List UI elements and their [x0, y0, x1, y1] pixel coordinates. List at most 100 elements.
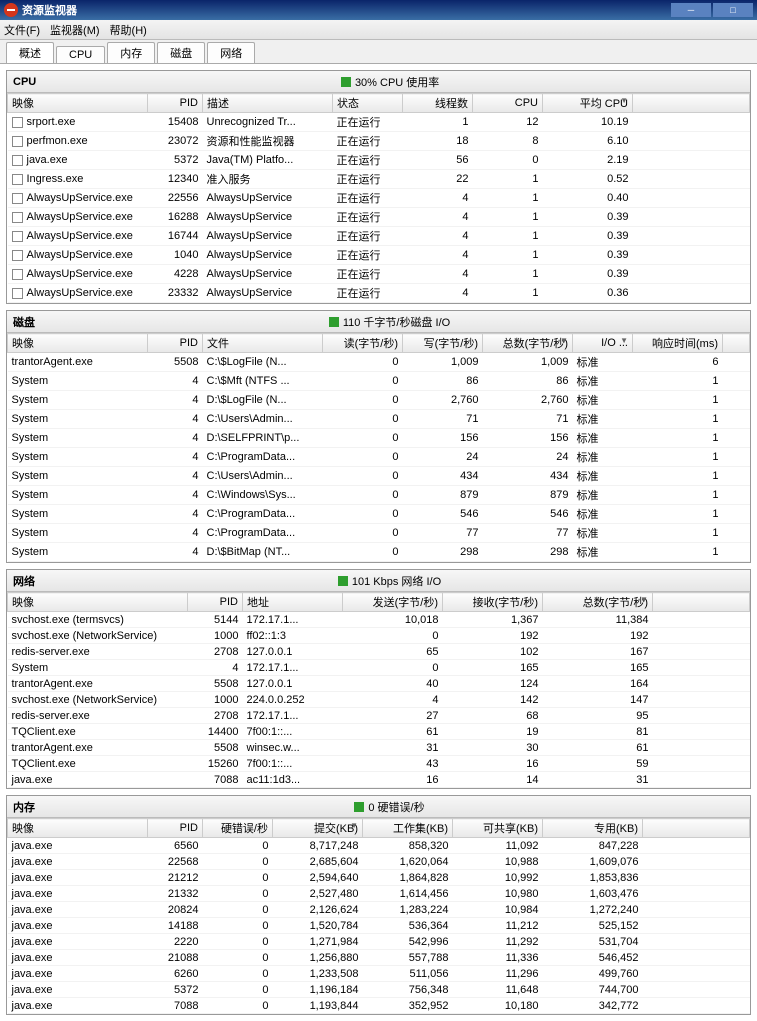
table-row[interactable]: java.exe 21212 0 2,594,640 1,864,828 10,… [8, 870, 750, 886]
checkbox[interactable] [12, 193, 23, 204]
checkbox[interactable] [12, 288, 23, 299]
table-row[interactable]: svchost.exe (NetworkService) 1000 224.0.… [8, 692, 750, 708]
checkbox[interactable] [12, 155, 23, 166]
disk-col-pid[interactable]: PID [148, 334, 203, 353]
table-row[interactable]: trantorAgent.exe 5508 C:\$LogFile (N... … [8, 353, 750, 372]
disk-col-resp[interactable]: 响应时间(ms) [633, 334, 723, 353]
cpu-col-cpu[interactable]: CPU [473, 94, 543, 113]
table-row[interactable]: srport.exe 15408 Unrecognized Tr... 正在运行… [8, 113, 750, 132]
disk-col-total[interactable]: 总数(字节/秒)▼ [483, 334, 573, 353]
table-row[interactable]: java.exe 7088 0 1,193,844 352,952 10,180… [8, 998, 750, 1014]
table-row[interactable]: java.exe 20824 0 2,126,624 1,283,224 10,… [8, 902, 750, 918]
cpu-col-image[interactable]: 映像 [8, 94, 148, 113]
table-row[interactable]: java.exe 6560 0 8,717,248 858,320 11,092… [8, 838, 750, 854]
cpu-col-status[interactable]: 状态 [333, 94, 403, 113]
cpu-col-avgcpu[interactable]: 平均 CPU▼ [543, 94, 633, 113]
mem-col-image[interactable]: 映像 [8, 819, 148, 838]
disk-section-header[interactable]: 磁盘 110 千字节/秒磁盘 I/O [7, 311, 750, 333]
disk-col-read[interactable]: 读(字节/秒) [323, 334, 403, 353]
table-row[interactable]: java.exe 5372 Java(TM) Platfo... 正在运行 56… [8, 151, 750, 170]
table-row[interactable]: java.exe 2220 0 1,271,984 542,996 11,292… [8, 934, 750, 950]
table-row[interactable]: System 4 172.17.1... 0 165 165 [8, 660, 750, 676]
table-row[interactable]: System 4 C:\$Mft (NTFS ... 0 86 86 标准 1 [8, 372, 750, 391]
table-row[interactable]: System 4 C:\ProgramData... 0 24 24 标准 1 [8, 448, 750, 467]
net-col-send[interactable]: 发送(字节/秒) [343, 593, 443, 612]
table-row[interactable]: System 4 C:\Users\Admin... 0 434 434 标准 … [8, 467, 750, 486]
disk-col-io[interactable]: I/O ...▼ [573, 334, 633, 353]
table-row[interactable]: AlwaysUpService.exe 1040 AlwaysUpService… [8, 246, 750, 265]
cell-pid: 15408 [148, 113, 203, 132]
table-row[interactable]: trantorAgent.exe 5508 winsec.w... 31 30 … [8, 740, 750, 756]
menu-file[interactable]: 文件(F) [4, 22, 40, 38]
menu-monitor[interactable]: 监视器(M) [50, 22, 100, 38]
table-row[interactable]: System 4 C:\Windows\Sys... 0 879 879 标准 … [8, 486, 750, 505]
checkbox[interactable] [12, 231, 23, 242]
checkbox[interactable] [12, 136, 23, 147]
mem-col-shareable[interactable]: 可共享(KB) [453, 819, 543, 838]
checkbox[interactable] [12, 269, 23, 280]
table-row[interactable]: svchost.exe (NetworkService) 1000 ff02::… [8, 628, 750, 644]
maximize-button[interactable]: □ [713, 3, 753, 17]
mem-col-commit[interactable]: 提交(KB)▼ [273, 819, 363, 838]
table-row[interactable]: AlwaysUpService.exe 23332 AlwaysUpServic… [8, 284, 750, 303]
table-row[interactable]: AlwaysUpService.exe 16288 AlwaysUpServic… [8, 208, 750, 227]
table-row[interactable]: AlwaysUpService.exe 22556 AlwaysUpServic… [8, 189, 750, 208]
table-row[interactable]: AlwaysUpService.exe 16744 AlwaysUpServic… [8, 227, 750, 246]
table-row[interactable]: perfmon.exe 23072 资源和性能监视器 正在运行 18 8 6.1… [8, 132, 750, 151]
mem-col-faults[interactable]: 硬错误/秒 [203, 819, 273, 838]
table-row[interactable]: java.exe 21332 0 2,527,480 1,614,456 10,… [8, 886, 750, 902]
net-col-image[interactable]: 映像 [8, 593, 188, 612]
cpu-col-pid[interactable]: PID [148, 94, 203, 113]
net-col-addr[interactable]: 地址 [243, 593, 343, 612]
cpu-col-desc[interactable]: 描述 [203, 94, 333, 113]
cpu-section-header[interactable]: CPU 30% CPU 使用率 [7, 71, 750, 93]
net-col-total[interactable]: 总数(字节/秒)▼ [543, 593, 653, 612]
table-row[interactable]: java.exe 14188 0 1,520,784 536,364 11,21… [8, 918, 750, 934]
net-col-recv[interactable]: 接收(字节/秒) [443, 593, 543, 612]
cell-send: 10,018 [343, 612, 443, 628]
tab-memory[interactable]: 内存 [107, 42, 155, 63]
table-row[interactable]: System 4 C:\Users\Admin... 0 71 71 标准 1 [8, 410, 750, 429]
cell-pid: 2708 [188, 708, 243, 724]
mem-col-pid[interactable]: PID [148, 819, 203, 838]
disk-col-write[interactable]: 写(字节/秒) [403, 334, 483, 353]
checkbox[interactable] [12, 212, 23, 223]
mem-col-private[interactable]: 专用(KB) [543, 819, 643, 838]
menu-help[interactable]: 帮助(H) [110, 22, 147, 38]
table-row[interactable]: java.exe 6260 0 1,233,508 511,056 11,296… [8, 966, 750, 982]
table-row[interactable]: java.exe 7088 ac11:1d3... 16 14 31 [8, 772, 750, 788]
table-row[interactable]: trantorAgent.exe 5508 127.0.0.1 40 124 1… [8, 676, 750, 692]
table-row[interactable]: java.exe 21088 0 1,256,880 557,788 11,33… [8, 950, 750, 966]
checkbox[interactable] [12, 174, 23, 185]
tab-overview[interactable]: 概述 [6, 42, 54, 63]
table-row[interactable]: TQClient.exe 14400 7f00:1::... 61 19 81 [8, 724, 750, 740]
net-col-pid[interactable]: PID [188, 593, 243, 612]
checkbox[interactable] [12, 250, 23, 261]
table-row[interactable]: Ingress.exe 12340 准入服务 正在运行 22 1 0.52 [8, 170, 750, 189]
table-row[interactable]: AlwaysUpService.exe 4228 AlwaysUpService… [8, 265, 750, 284]
disk-col-file[interactable]: 文件 [203, 334, 323, 353]
tab-network[interactable]: 网络 [207, 42, 255, 63]
table-row[interactable]: System 4 D:\$BitMap (NT... 0 298 298 标准 … [8, 543, 750, 562]
cell-write: 2,760 [403, 391, 483, 410]
tab-cpu[interactable]: CPU [56, 46, 105, 63]
cell-send: 65 [343, 644, 443, 660]
checkbox[interactable] [12, 117, 23, 128]
table-row[interactable]: System 4 C:\ProgramData... 0 546 546 标准 … [8, 505, 750, 524]
tab-disk[interactable]: 磁盘 [157, 42, 205, 63]
table-row[interactable]: redis-server.exe 2708 127.0.0.1 65 102 1… [8, 644, 750, 660]
table-row[interactable]: System 4 D:\SELFPRINT\p... 0 156 156 标准 … [8, 429, 750, 448]
table-row[interactable]: svchost.exe (termsvcs) 5144 172.17.1... … [8, 612, 750, 628]
table-row[interactable]: java.exe 22568 0 2,685,604 1,620,064 10,… [8, 854, 750, 870]
minimize-button[interactable]: ─ [671, 3, 711, 17]
table-row[interactable]: TQClient.exe 15260 7f00:1::... 43 16 59 [8, 756, 750, 772]
disk-col-image[interactable]: 映像 [8, 334, 148, 353]
mem-col-workset[interactable]: 工作集(KB) [363, 819, 453, 838]
table-row[interactable]: redis-server.exe 2708 172.17.1... 27 68 … [8, 708, 750, 724]
table-row[interactable]: System 4 C:\ProgramData... 0 77 77 标准 1 [8, 524, 750, 543]
network-section-header[interactable]: 网络 101 Kbps 网络 I/O [7, 570, 750, 592]
cpu-col-threads[interactable]: 线程数 [403, 94, 473, 113]
table-row[interactable]: java.exe 5372 0 1,196,184 756,348 11,648… [8, 982, 750, 998]
table-row[interactable]: System 4 D:\$LogFile (N... 0 2,760 2,760… [8, 391, 750, 410]
cell-shareable: 11,212 [453, 918, 543, 934]
